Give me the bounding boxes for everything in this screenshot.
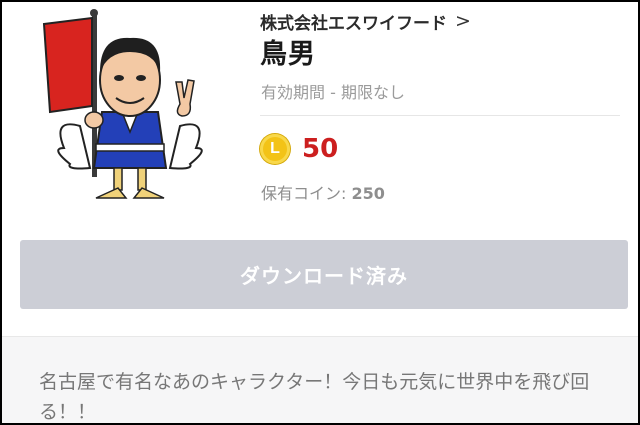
chevron-right-icon: > xyxy=(455,10,471,32)
validity-period: 有効期間 - 期限なし xyxy=(261,83,405,102)
download-button[interactable]: ダウンロード済み xyxy=(20,240,628,309)
sticker-description: 名古屋で有名なあのキャラクター！今日も元気に世界中を飛び回る！！ xyxy=(39,371,590,423)
line-coin-icon: L xyxy=(260,134,290,164)
publisher-link[interactable]: 株式会社エスワイフード > xyxy=(260,8,471,34)
divider xyxy=(260,115,620,116)
owned-coins-label: 保有コイン: xyxy=(261,184,347,203)
price-amount: 50 xyxy=(302,134,339,164)
sticker-title: 鳥男 xyxy=(260,39,316,70)
sticker-detail-screen: 株式会社エスワイフード > 鳥男 有効期間 - 期限なし L 50 保有コイン:… xyxy=(2,2,638,423)
description-section: 名古屋で有名なあのキャラクター！今日も元気に世界中を飛び回る！！ xyxy=(2,336,638,423)
owned-coins: 保有コイン: 250 xyxy=(261,180,385,204)
sticker-character-image xyxy=(42,9,203,199)
price-row: L 50 xyxy=(260,132,338,166)
owned-coins-value: 250 xyxy=(351,184,385,203)
publisher-name: 株式会社エスワイフード xyxy=(260,13,447,34)
